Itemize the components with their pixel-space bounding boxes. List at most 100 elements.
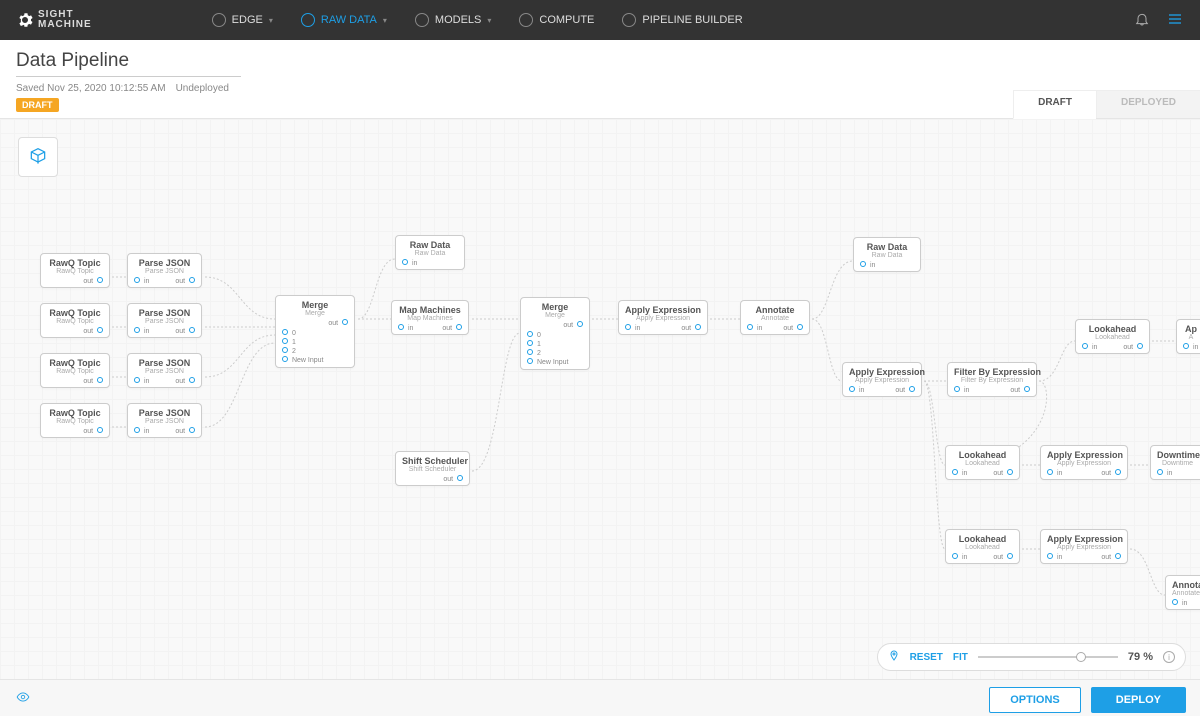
node-subtitle: Apply Expression (625, 315, 701, 322)
node-la3[interactable]: LookaheadLookahead inout (945, 529, 1020, 564)
nav-edge[interactable]: EDGE▾ (212, 13, 273, 27)
node-subtitle: Annotate (747, 315, 803, 322)
chevron-down-icon: ▾ (383, 16, 387, 25)
node-pj1[interactable]: Parse JSONParse JSON inout (127, 253, 202, 288)
node-ss[interactable]: Shift SchedulerShift Schedulerout (395, 451, 470, 486)
tab-draft[interactable]: DRAFT (1013, 90, 1096, 119)
chevron-down-icon: ▾ (269, 16, 273, 25)
view-tabs: DRAFT DEPLOYED (1013, 90, 1200, 118)
node-ae1[interactable]: Apply ExpressionApply Expression inout (618, 300, 708, 335)
node-subtitle: Shift Scheduler (402, 466, 463, 473)
node-mg1[interactable]: MergeMergeout 0 1 2 New Input (275, 295, 355, 368)
pin-icon[interactable] (888, 649, 900, 666)
node-ae2[interactable]: Apply ExpressionApply Expression inout (842, 362, 922, 397)
node-ann2[interactable]: AnnotateAnnotate in (1165, 575, 1200, 610)
node-subtitle: Annotate (1172, 590, 1198, 597)
node-subtitle: RawQ Topic (47, 318, 103, 325)
node-rq1[interactable]: RawQ TopicRawQ Topicout (40, 253, 110, 288)
node-title: Raw Data (860, 242, 914, 252)
nav-models[interactable]: MODELS▾ (415, 13, 491, 27)
node-rq4[interactable]: RawQ TopicRawQ Topicout (40, 403, 110, 438)
node-la1[interactable]: LookaheadLookahead inout (1075, 319, 1150, 354)
node-rq2[interactable]: RawQ TopicRawQ Topicout (40, 303, 110, 338)
node-rd1[interactable]: Raw DataRaw Data in (395, 235, 465, 270)
node-subtitle: Apply Expression (1047, 460, 1121, 467)
options-button[interactable]: OPTIONS (989, 687, 1081, 713)
node-palette-button[interactable] (18, 137, 58, 177)
node-subtitle: Raw Data (860, 252, 914, 259)
node-ann1[interactable]: AnnotateAnnotate inout (740, 300, 810, 335)
footer-bar: OPTIONS DEPLOY (0, 679, 1200, 716)
node-mg2[interactable]: MergeMergeout 0 1 2 New Input (520, 297, 590, 370)
node-ap[interactable]: ApA in (1176, 319, 1200, 354)
node-subtitle: Parse JSON (134, 418, 195, 425)
nav-raw-data[interactable]: RAW DATA▾ (301, 13, 387, 27)
node-title: Parse JSON (134, 308, 195, 318)
info-icon[interactable]: i (1163, 651, 1175, 663)
nav-pipeline-builder[interactable]: PIPELINE BUILDER (622, 13, 742, 27)
node-subtitle: Lookahead (952, 544, 1013, 551)
node-subtitle: Apply Expression (849, 377, 915, 384)
bell-icon[interactable] (1134, 11, 1150, 30)
node-subtitle: Lookahead (1082, 334, 1143, 341)
node-title: Annotate (747, 305, 803, 315)
node-title: Filter By Expression (954, 367, 1030, 377)
node-title: Ap (1183, 324, 1199, 334)
eye-icon[interactable] (14, 690, 32, 709)
node-subtitle: Downtime (1157, 460, 1198, 467)
node-title: Shift Scheduler (402, 456, 463, 466)
node-title: Parse JSON (134, 358, 195, 368)
menu-icon[interactable] (1166, 11, 1184, 30)
tab-deployed[interactable]: DEPLOYED (1096, 90, 1200, 118)
page-title: Data Pipeline (16, 50, 1184, 72)
node-la2[interactable]: LookaheadLookahead inout (945, 445, 1020, 480)
deploy-status: Undeployed (176, 83, 229, 94)
node-dt[interactable]: DowntimeDowntime in (1150, 445, 1200, 480)
node-title: Downtime (1157, 450, 1198, 460)
node-subtitle: Parse JSON (134, 318, 195, 325)
node-title: Annotate (1172, 580, 1198, 590)
zoom-reset-button[interactable]: RESET (910, 652, 943, 663)
node-title: RawQ Topic (47, 308, 103, 318)
node-title: Lookahead (952, 534, 1013, 544)
brand-logo[interactable]: SIGHTMACHINE (16, 10, 92, 30)
node-fbe[interactable]: Filter By ExpressionFilter By Expression… (947, 362, 1037, 397)
node-subtitle: Parse JSON (134, 268, 195, 275)
nav-compute[interactable]: COMPUTE (519, 13, 594, 27)
node-subtitle: Apply Expression (1047, 544, 1121, 551)
zoom-slider[interactable] (978, 656, 1118, 658)
node-rq3[interactable]: RawQ TopicRawQ Topicout (40, 353, 110, 388)
node-title: Map Machines (398, 305, 462, 315)
node-subtitle: Merge (527, 312, 583, 319)
node-ae3[interactable]: Apply ExpressionApply Expression inout (1040, 445, 1128, 480)
node-pj3[interactable]: Parse JSONParse JSON inout (127, 353, 202, 388)
gear-icon (16, 11, 34, 29)
zoom-fit-button[interactable]: FIT (953, 652, 968, 663)
node-title: Apply Expression (1047, 534, 1121, 544)
pipeline-canvas[interactable]: RawQ TopicRawQ Topicout RawQ TopicRawQ T… (0, 119, 1200, 679)
node-title: Lookahead (952, 450, 1013, 460)
node-title: Parse JSON (134, 408, 195, 418)
zoom-control: RESET FIT 79 % i (877, 643, 1186, 671)
node-pj2[interactable]: Parse JSONParse JSON inout (127, 303, 202, 338)
brand-name: SIGHTMACHINE (38, 10, 92, 30)
node-title: Apply Expression (849, 367, 915, 377)
node-subtitle: A (1183, 334, 1199, 341)
chevron-down-icon: ▾ (487, 16, 491, 25)
saved-timestamp: Saved Nov 25, 2020 10:12:55 AM (16, 83, 166, 94)
node-pj4[interactable]: Parse JSONParse JSON inout (127, 403, 202, 438)
node-subtitle: Map Machines (398, 315, 462, 322)
deploy-button[interactable]: DEPLOY (1091, 687, 1186, 713)
zoom-percent: 79 % (1128, 651, 1153, 663)
node-subtitle: Parse JSON (134, 368, 195, 375)
node-title: Parse JSON (134, 258, 195, 268)
node-subtitle: Filter By Expression (954, 377, 1030, 384)
pipeline-header: Data Pipeline Saved Nov 25, 2020 10:12:5… (0, 40, 1200, 119)
draft-badge: DRAFT (16, 98, 59, 112)
node-title: Lookahead (1082, 324, 1143, 334)
node-title: RawQ Topic (47, 408, 103, 418)
node-mm[interactable]: Map MachinesMap Machines inout (391, 300, 469, 335)
node-rd2[interactable]: Raw DataRaw Data in (853, 237, 921, 272)
top-nav: SIGHTMACHINE EDGE▾ RAW DATA▾ MODELS▾ COM… (0, 0, 1200, 40)
node-ae4[interactable]: Apply ExpressionApply Expression inout (1040, 529, 1128, 564)
